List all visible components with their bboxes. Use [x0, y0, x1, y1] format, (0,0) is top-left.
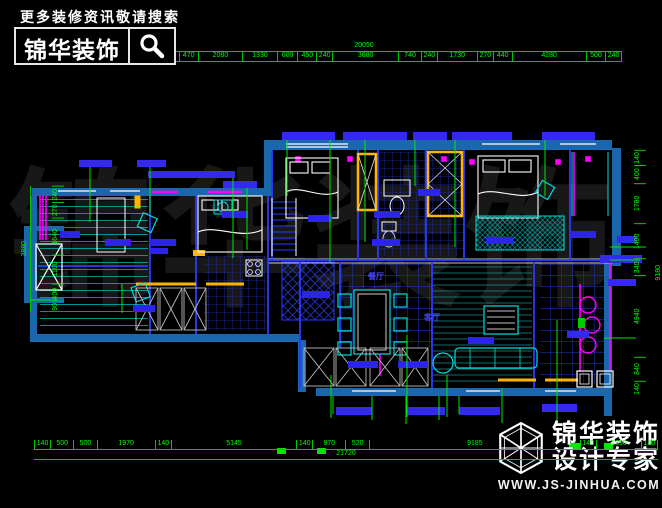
footer-website[interactable]: WWW.JS-JINHUA.COM — [496, 478, 662, 492]
right-dimension-segments: 140400178014003404940840140 — [634, 150, 646, 396]
master-rug — [476, 216, 564, 250]
master-bed — [478, 156, 538, 218]
bottom-dimension-total: 21720 — [34, 450, 658, 460]
header-brand-text: 锦华装饰 — [16, 29, 128, 63]
balcony-tile-floor — [540, 264, 604, 384]
bottom-dimension-segments: 1405005001970140514514097052091851401350… — [34, 440, 658, 450]
room-label-dining: 餐厅 — [368, 271, 384, 282]
floor-finishes — [40, 150, 604, 386]
room-label-living: 客厅 — [424, 312, 440, 323]
bed-left — [198, 196, 262, 252]
magnifier-icon — [139, 33, 165, 59]
door-frame — [135, 196, 140, 208]
top-dimension-segments: 2408001240470208013306004502403680740240… — [106, 52, 622, 62]
kitchen-tile-floor — [204, 256, 266, 330]
right-dimension-total: 9180 — [652, 150, 662, 396]
header-notice: 更多装修资讯敬请搜索 — [20, 7, 180, 27]
search-button[interactable] — [128, 29, 174, 63]
bottom-dimension-line: 1405005001970140514514097052091851401350… — [34, 440, 658, 460]
closet-floor — [424, 150, 466, 256]
left-dimension-total: 3880 — [18, 186, 31, 312]
cad-floorplan-screen: { "header": { "notice": "更多装修资讯敬请搜索", "b… — [0, 0, 662, 508]
top-dimension-total: 20050 — [106, 42, 622, 52]
left-dimension-segments: 2402701640110040090 — [52, 186, 64, 312]
top-dimension-line: 20050 2408001240470208013306004502403680… — [106, 42, 622, 62]
header-logo-box: 锦华装饰 — [14, 27, 176, 65]
entry-stairs — [272, 198, 296, 256]
